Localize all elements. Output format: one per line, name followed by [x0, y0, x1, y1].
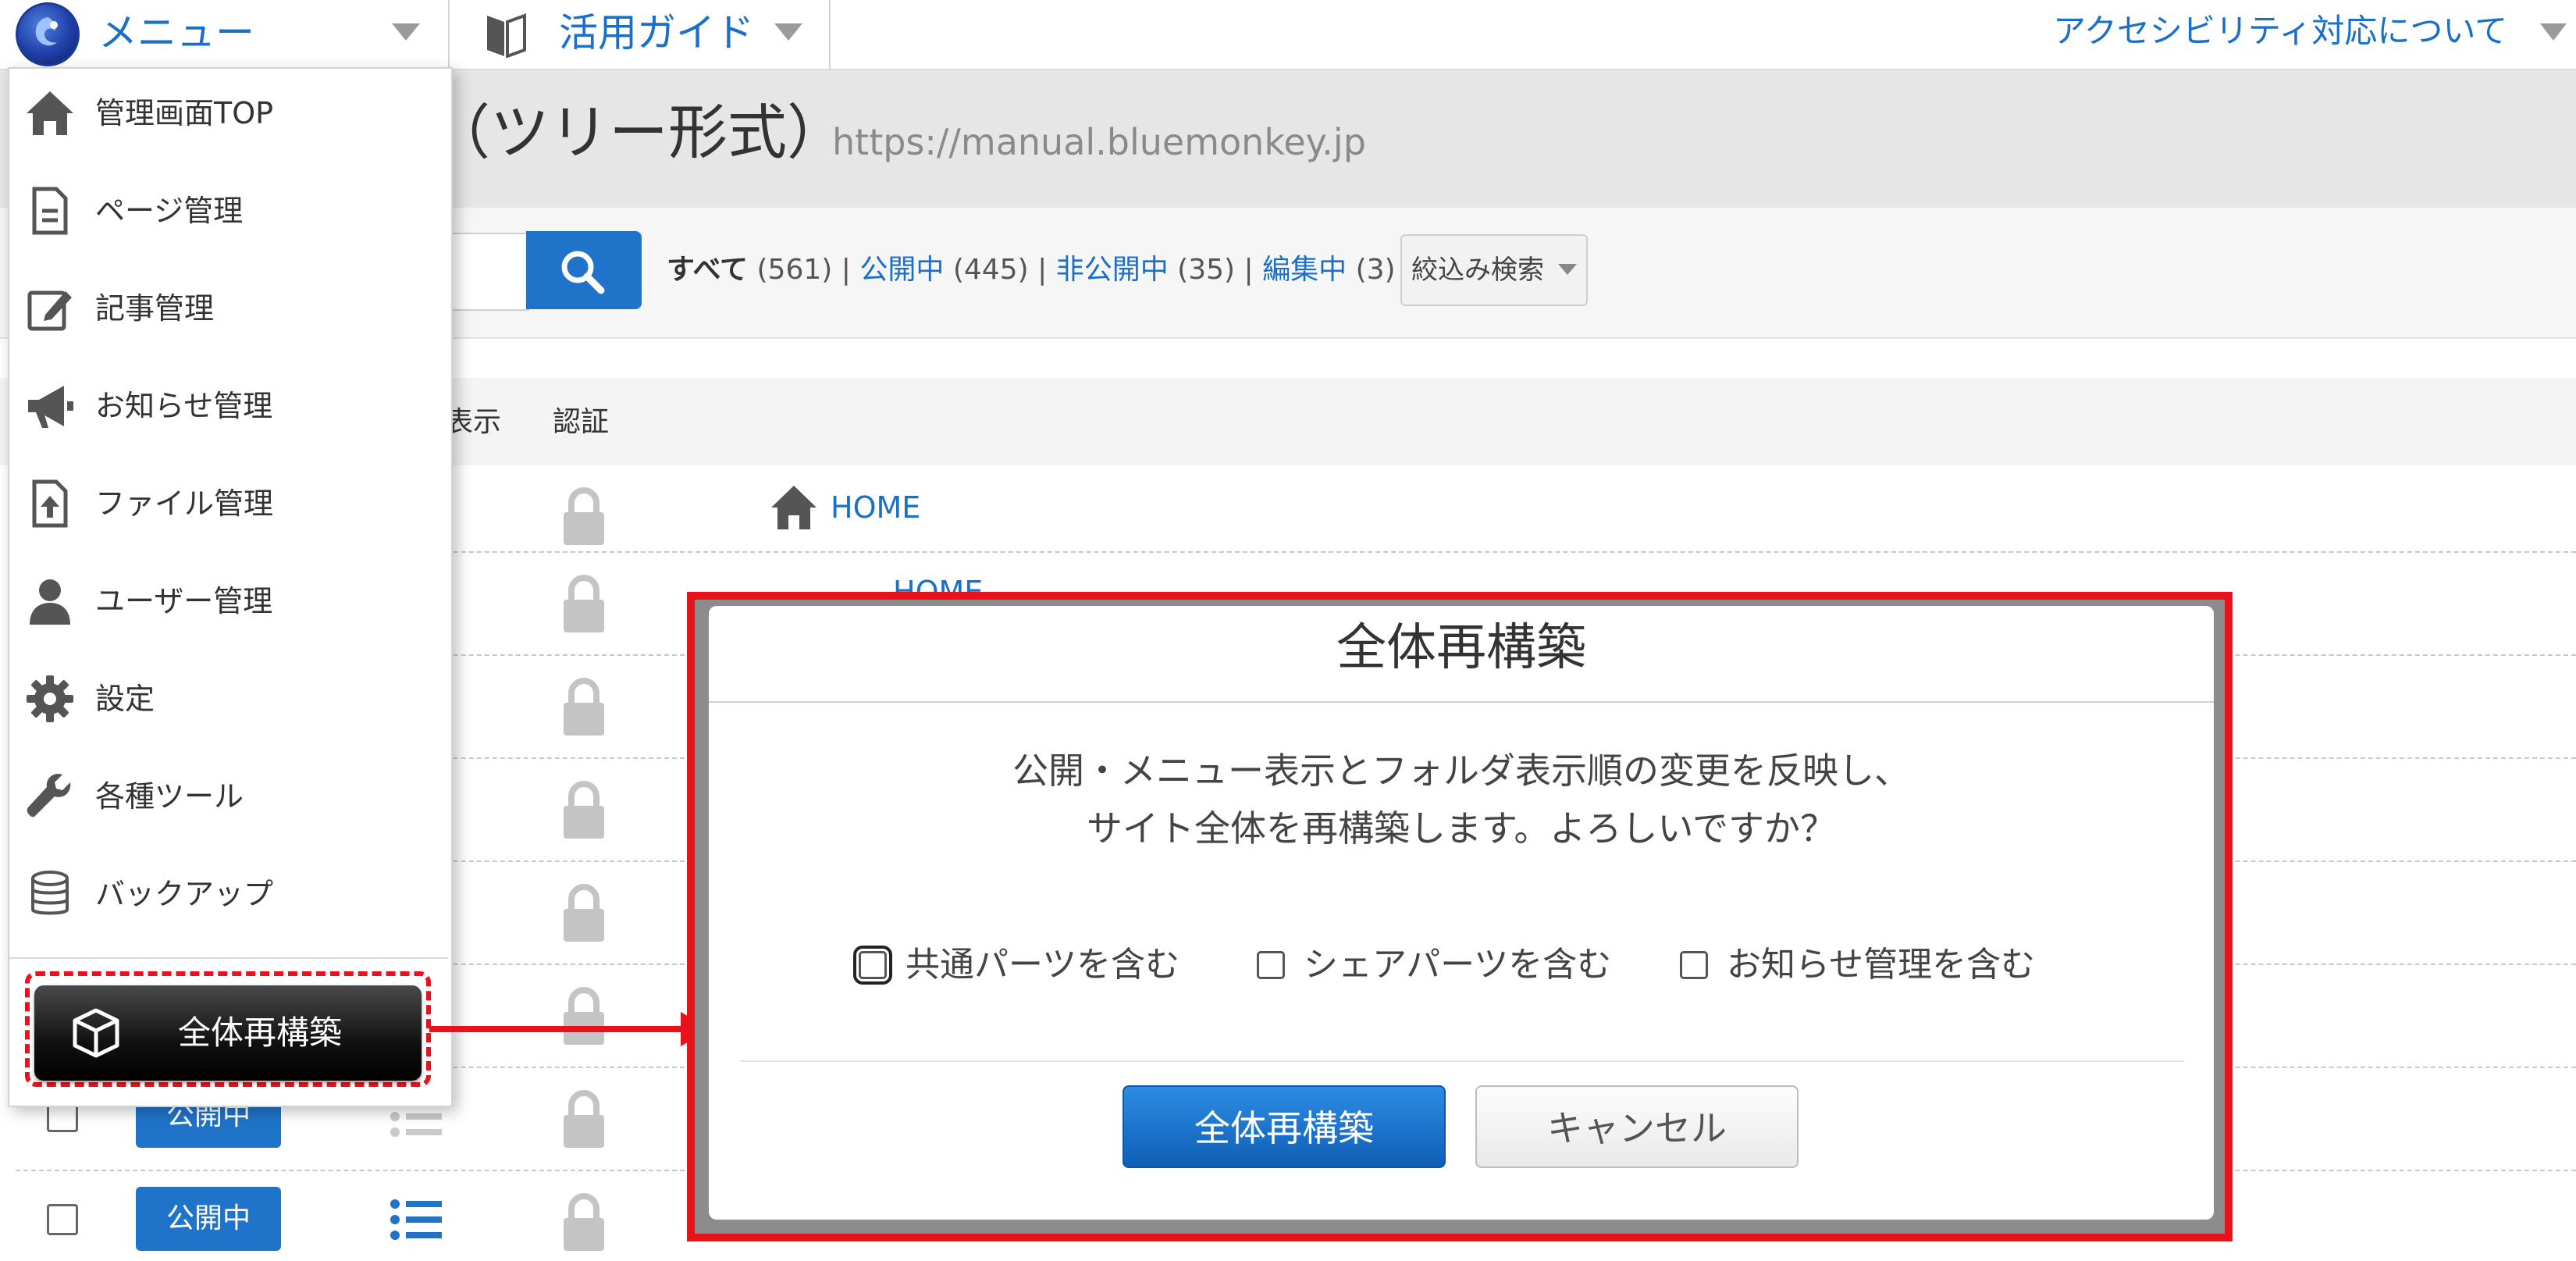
separator: |	[1244, 254, 1254, 286]
filter-private[interactable]: 非公開中	[1056, 254, 1169, 286]
menu-item-label: ファイル管理	[95, 486, 274, 521]
menu-item-article-management[interactable]: 記事管理	[23, 273, 429, 344]
home-icon	[27, 91, 73, 135]
menu-item-backup[interactable]: バックアップ	[23, 859, 429, 929]
menu-item-label: 設定	[95, 682, 155, 716]
news-checkbox[interactable]	[1680, 951, 1708, 979]
menu-item-settings[interactable]: 設定	[23, 664, 429, 734]
share-parts-checkbox[interactable]	[1257, 951, 1285, 979]
menu-toggle[interactable]: メニュー	[98, 2, 254, 64]
dialog-message-line: サイト全体を再構築します。よろしいですか？	[1086, 807, 1837, 850]
lock-icon[interactable]	[560, 884, 607, 943]
accessibility-link[interactable]: アクセシビリティ対応について	[2053, 0, 2507, 62]
menu-item-label: ページ管理	[95, 194, 244, 228]
home-icon	[771, 486, 817, 529]
menu-item-label: バックアップ	[95, 877, 274, 911]
megaphone-icon	[28, 386, 73, 428]
rebuild-dialog	[709, 606, 2214, 1220]
rebuild-all-label: 全体再構築	[178, 1013, 343, 1052]
divider	[448, 0, 450, 69]
lock-icon[interactable]	[560, 987, 607, 1046]
file-upload-icon	[32, 479, 68, 528]
lock-icon[interactable]	[560, 781, 607, 840]
dialog-divider	[709, 701, 2214, 703]
dialog-message: 公開・メニュー表示とフォルダ表示順の変更を反映し、 サイト全体を再構築します。よ…	[709, 742, 2214, 857]
lock-icon[interactable]	[560, 487, 607, 547]
count-public: (445)	[952, 254, 1029, 286]
confirm-rebuild-button[interactable]: 全体再構築	[1123, 1085, 1446, 1168]
option-label: 共通パーツを含む	[906, 945, 1180, 985]
menu-item-label: 管理画面TOP	[95, 96, 274, 130]
status-filter: すべて (561) | 公開中 (445) | 非公開中 (35) | 編集中 …	[667, 248, 1396, 292]
search-button[interactable]	[526, 231, 642, 309]
chevron-down-icon[interactable]	[774, 23, 802, 42]
annotation-arrow	[429, 1026, 684, 1032]
page-icon	[32, 187, 68, 235]
search-icon	[561, 251, 605, 294]
chevron-down-icon[interactable]	[392, 23, 420, 42]
chevron-down-icon	[1558, 264, 1577, 275]
dialog-footer-divider	[740, 1060, 2184, 1062]
database-icon	[31, 871, 69, 915]
dialog-title: 全体再構築	[1336, 619, 1586, 677]
user-icon	[30, 579, 70, 625]
menu-item-tools[interactable]: 各種ツール	[23, 761, 429, 832]
menu-divider	[9, 957, 448, 959]
rebuild-all-button[interactable]: 全体再構築	[34, 985, 422, 1081]
lock-icon[interactable]	[560, 678, 607, 737]
count-private: (35)	[1177, 254, 1236, 286]
menu-item-label: 記事管理	[95, 291, 215, 326]
filter-editing[interactable]: 編集中	[1262, 254, 1347, 286]
filter-public[interactable]: 公開中	[859, 254, 944, 286]
filter-all[interactable]: すべて	[667, 254, 748, 286]
dialog-message-line: 公開・メニュー表示とフォルダ表示順の変更を反映し、	[1012, 750, 1910, 792]
column-header-display[interactable]: 表示	[445, 403, 501, 442]
tree-home-link[interactable]: HOME	[831, 487, 920, 528]
option-label: お知らせ管理を含む	[1727, 945, 2036, 985]
menu-item-admin-top[interactable]: 管理画面TOP	[23, 78, 429, 148]
menu-item-label: お知らせ管理	[95, 389, 273, 423]
option-label: シェアパーツを含む	[1304, 945, 1612, 985]
count-editing: (3)	[1355, 254, 1396, 286]
divider	[829, 0, 831, 69]
menu-item-news-management[interactable]: お知らせ管理	[23, 371, 429, 441]
cube-icon	[73, 1008, 119, 1058]
menu-item-file-management[interactable]: ファイル管理	[23, 468, 429, 539]
logo-icon[interactable]	[16, 2, 80, 66]
book-icon[interactable]	[484, 11, 528, 58]
row-checkbox[interactable]	[47, 1204, 78, 1235]
cancel-button[interactable]: キャンセル	[1475, 1085, 1799, 1168]
menu-item-user-management[interactable]: ユーザー管理	[23, 566, 429, 636]
count-all: (561)	[756, 254, 833, 286]
narrow-search-label: 絞込み検索	[1411, 255, 1544, 286]
status-button[interactable]: 公開中	[136, 1187, 281, 1251]
list-icon[interactable]	[389, 1196, 443, 1243]
common-parts-checkbox[interactable]	[853, 946, 892, 985]
separator: |	[841, 254, 851, 286]
gear-icon	[27, 675, 73, 722]
edit-icon	[27, 290, 72, 331]
separator: |	[1037, 254, 1048, 286]
guide-menu[interactable]: 活用ガイド	[559, 2, 754, 64]
menu-item-page-management[interactable]: ページ管理	[23, 176, 429, 246]
site-url: https://manual.bluemonkey.jp	[832, 121, 1366, 163]
chevron-down-icon[interactable]	[2540, 23, 2567, 42]
menu-item-label: ユーザー管理	[95, 584, 273, 618]
lock-icon[interactable]	[560, 1090, 607, 1149]
lock-icon[interactable]	[560, 1193, 607, 1252]
wrench-icon	[27, 773, 71, 818]
lock-icon[interactable]	[560, 575, 607, 634]
column-header-auth[interactable]: 認証	[553, 403, 609, 442]
menu-item-label: 各種ツール	[95, 779, 244, 814]
page-title: （ツリー形式）	[431, 98, 846, 167]
